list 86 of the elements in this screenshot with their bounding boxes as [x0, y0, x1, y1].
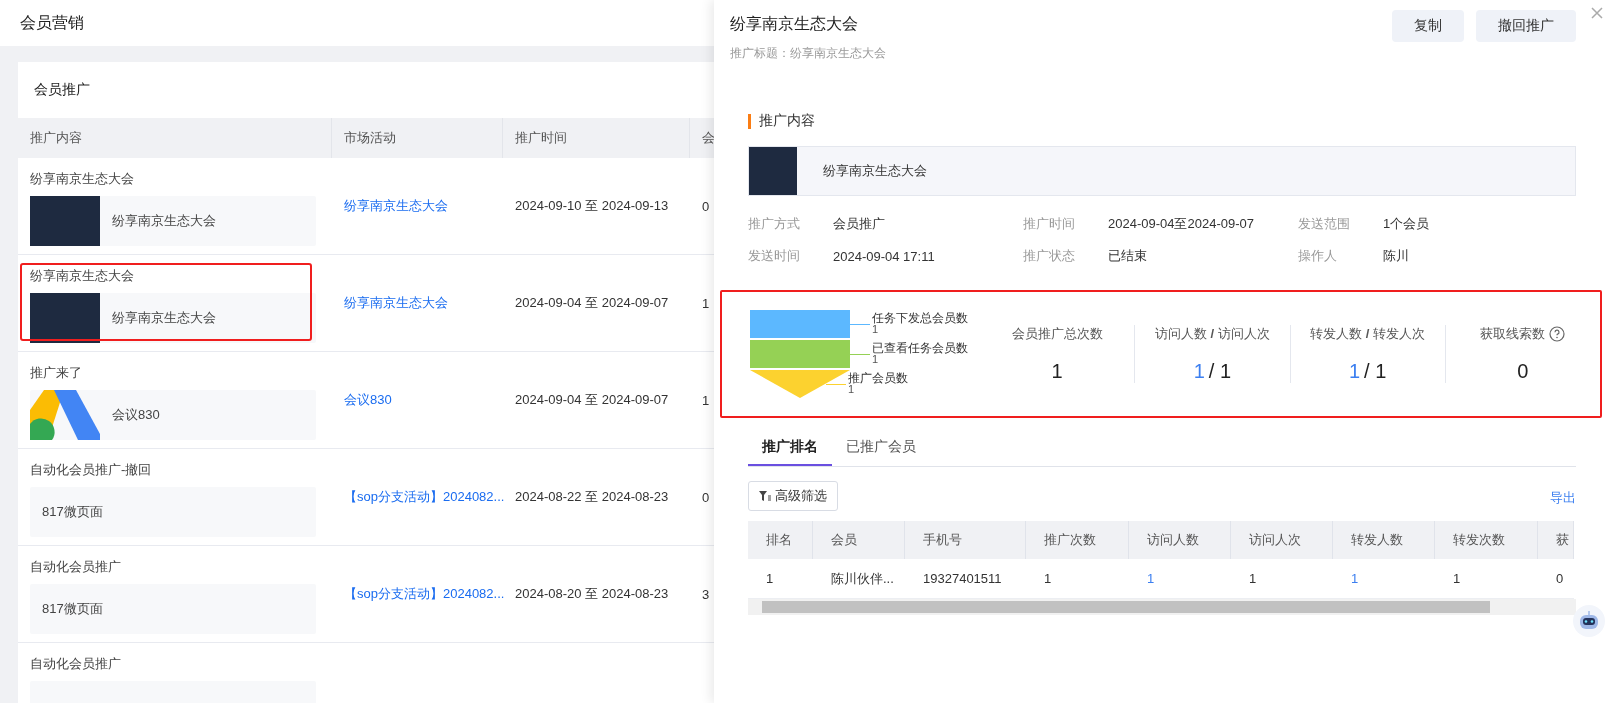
photo-placeholder: [30, 196, 100, 246]
content-name: 817微页面: [41, 503, 103, 521]
column-header: 转发次数: [1435, 521, 1538, 559]
table-cell: 0: [702, 489, 710, 505]
content-name: 会议830: [111, 406, 160, 424]
info-label: 推广状态: [1023, 247, 1076, 265]
filter-button[interactable]: 高级筛选: [748, 481, 838, 511]
info-label: 推广时间: [1023, 215, 1076, 233]
row-title: 推广来了: [30, 364, 82, 382]
funnel-label: 任务下发总会员数 1: [872, 312, 968, 334]
column-header: 会: [690, 118, 714, 158]
leader-line: [850, 324, 870, 325]
robot-icon[interactable]: [1572, 604, 1606, 638]
column-header: 转发人数: [1333, 521, 1435, 559]
scrollbar[interactable]: [748, 599, 1576, 615]
filter-icon: [759, 490, 771, 502]
info-label: 操作人: [1298, 247, 1338, 265]
photo-placeholder: [30, 293, 100, 343]
info-label: 推广方式: [748, 215, 801, 233]
column-header: 访问人次: [1231, 521, 1333, 559]
metric-label: 会员推广总次数: [1011, 325, 1103, 343]
table-cell: 1: [702, 392, 710, 408]
photo-placeholder: [749, 147, 797, 195]
row-title: 自动化会员推广: [30, 655, 121, 673]
metric-label: 转发人数 / 转发人次: [1310, 325, 1426, 343]
column-header: 访问人数: [1129, 521, 1231, 559]
metric-value: 1: [1051, 360, 1063, 383]
metric-label: 访问人数 / 访问人次: [1154, 325, 1270, 343]
section-marker: [748, 113, 751, 129]
section-title: 推广内容: [759, 112, 815, 130]
logo-icon: [30, 390, 100, 440]
metric-value: 0: [1517, 360, 1529, 383]
row-title: 纷享南京生态大会: [30, 170, 134, 188]
help-icon[interactable]: [1549, 326, 1566, 342]
action-button[interactable]: 撤回推广: [1476, 10, 1576, 42]
column-header: 手机号: [905, 521, 1026, 559]
column-header: 市场活动: [332, 118, 503, 158]
drawer-title: 纷享南京生态大会: [730, 14, 859, 34]
info-value: 已结束: [1108, 247, 1148, 265]
metric-value: 1 / 1: [1348, 360, 1387, 383]
period-text: 2024-09-10 至 2024-09-13: [515, 197, 669, 215]
period-text: 2024-08-22 至 2024-08-23: [515, 488, 669, 506]
activity-link[interactable]: 纷享南京生态大会: [344, 197, 448, 215]
period-text: 2024-09-04 至 2024-09-07: [515, 391, 669, 409]
content-name: 817微页面: [41, 600, 103, 618]
period-text: 2024-08-20 至 2024-08-23: [515, 585, 669, 603]
content-name: 纷享南京生态大会: [822, 162, 927, 180]
content-name: 纷享南京生态大会: [111, 309, 216, 327]
info-label: 发送范围: [1298, 215, 1351, 233]
funnel-label: 推广会员数 1: [848, 372, 908, 394]
activity-link[interactable]: 纷享南京生态大会: [344, 294, 448, 312]
drawer-subtitle: 推广标题：纷享南京生态大会: [730, 45, 886, 62]
activity-link[interactable]: 【sop分支活动】2024082...: [344, 488, 505, 506]
info-value: 2024-09-04至2024-09-07: [1108, 215, 1255, 233]
column-header: 排名: [748, 521, 813, 559]
info-value: 会员推广: [833, 215, 886, 233]
column-header: 获: [1538, 521, 1574, 559]
table-cell: 0: [702, 198, 710, 214]
column-header: 会员: [813, 521, 905, 559]
action-button[interactable]: 复制: [1392, 10, 1464, 42]
table-cell: 3: [702, 586, 710, 602]
card-title: 会员推广: [33, 80, 91, 99]
row-title: 纷享南京生态大会: [30, 267, 134, 285]
activity-link[interactable]: 会议830: [344, 391, 392, 409]
leader-line: [826, 384, 846, 385]
activity-link[interactable]: 【sop分支活动】2024082...: [344, 585, 505, 603]
column-header: 推广时间: [503, 118, 690, 158]
info-value: 陈川: [1383, 247, 1410, 265]
funnel-label: 已查看任务会员数 1: [872, 342, 968, 364]
period-text: 2024-09-04 至 2024-09-07: [515, 294, 669, 312]
tab[interactable]: 已推广会员: [832, 430, 930, 466]
metric-label: 获取线索数: [1480, 325, 1546, 343]
info-value: 2024-09-04 17:11: [833, 247, 936, 266]
info-label: 发送时间: [748, 247, 801, 265]
column-header: 推广次数: [1026, 521, 1129, 559]
content-name: 纷享南京生态大会: [111, 212, 216, 230]
tab[interactable]: 推广排名: [748, 430, 832, 466]
metric-value: 1 / 1: [1193, 360, 1232, 383]
table-cell: 1: [702, 295, 710, 311]
export-link[interactable]: 导出: [1550, 489, 1576, 511]
row-title: 自动化会员推广: [30, 558, 121, 576]
column-header: 推广内容: [18, 118, 332, 158]
info-value: 1个会员: [1383, 215, 1431, 233]
row-title: 自动化会员推广-撤回: [30, 461, 152, 479]
page-title: 会员营销: [0, 0, 714, 46]
leader-line: [850, 354, 870, 355]
